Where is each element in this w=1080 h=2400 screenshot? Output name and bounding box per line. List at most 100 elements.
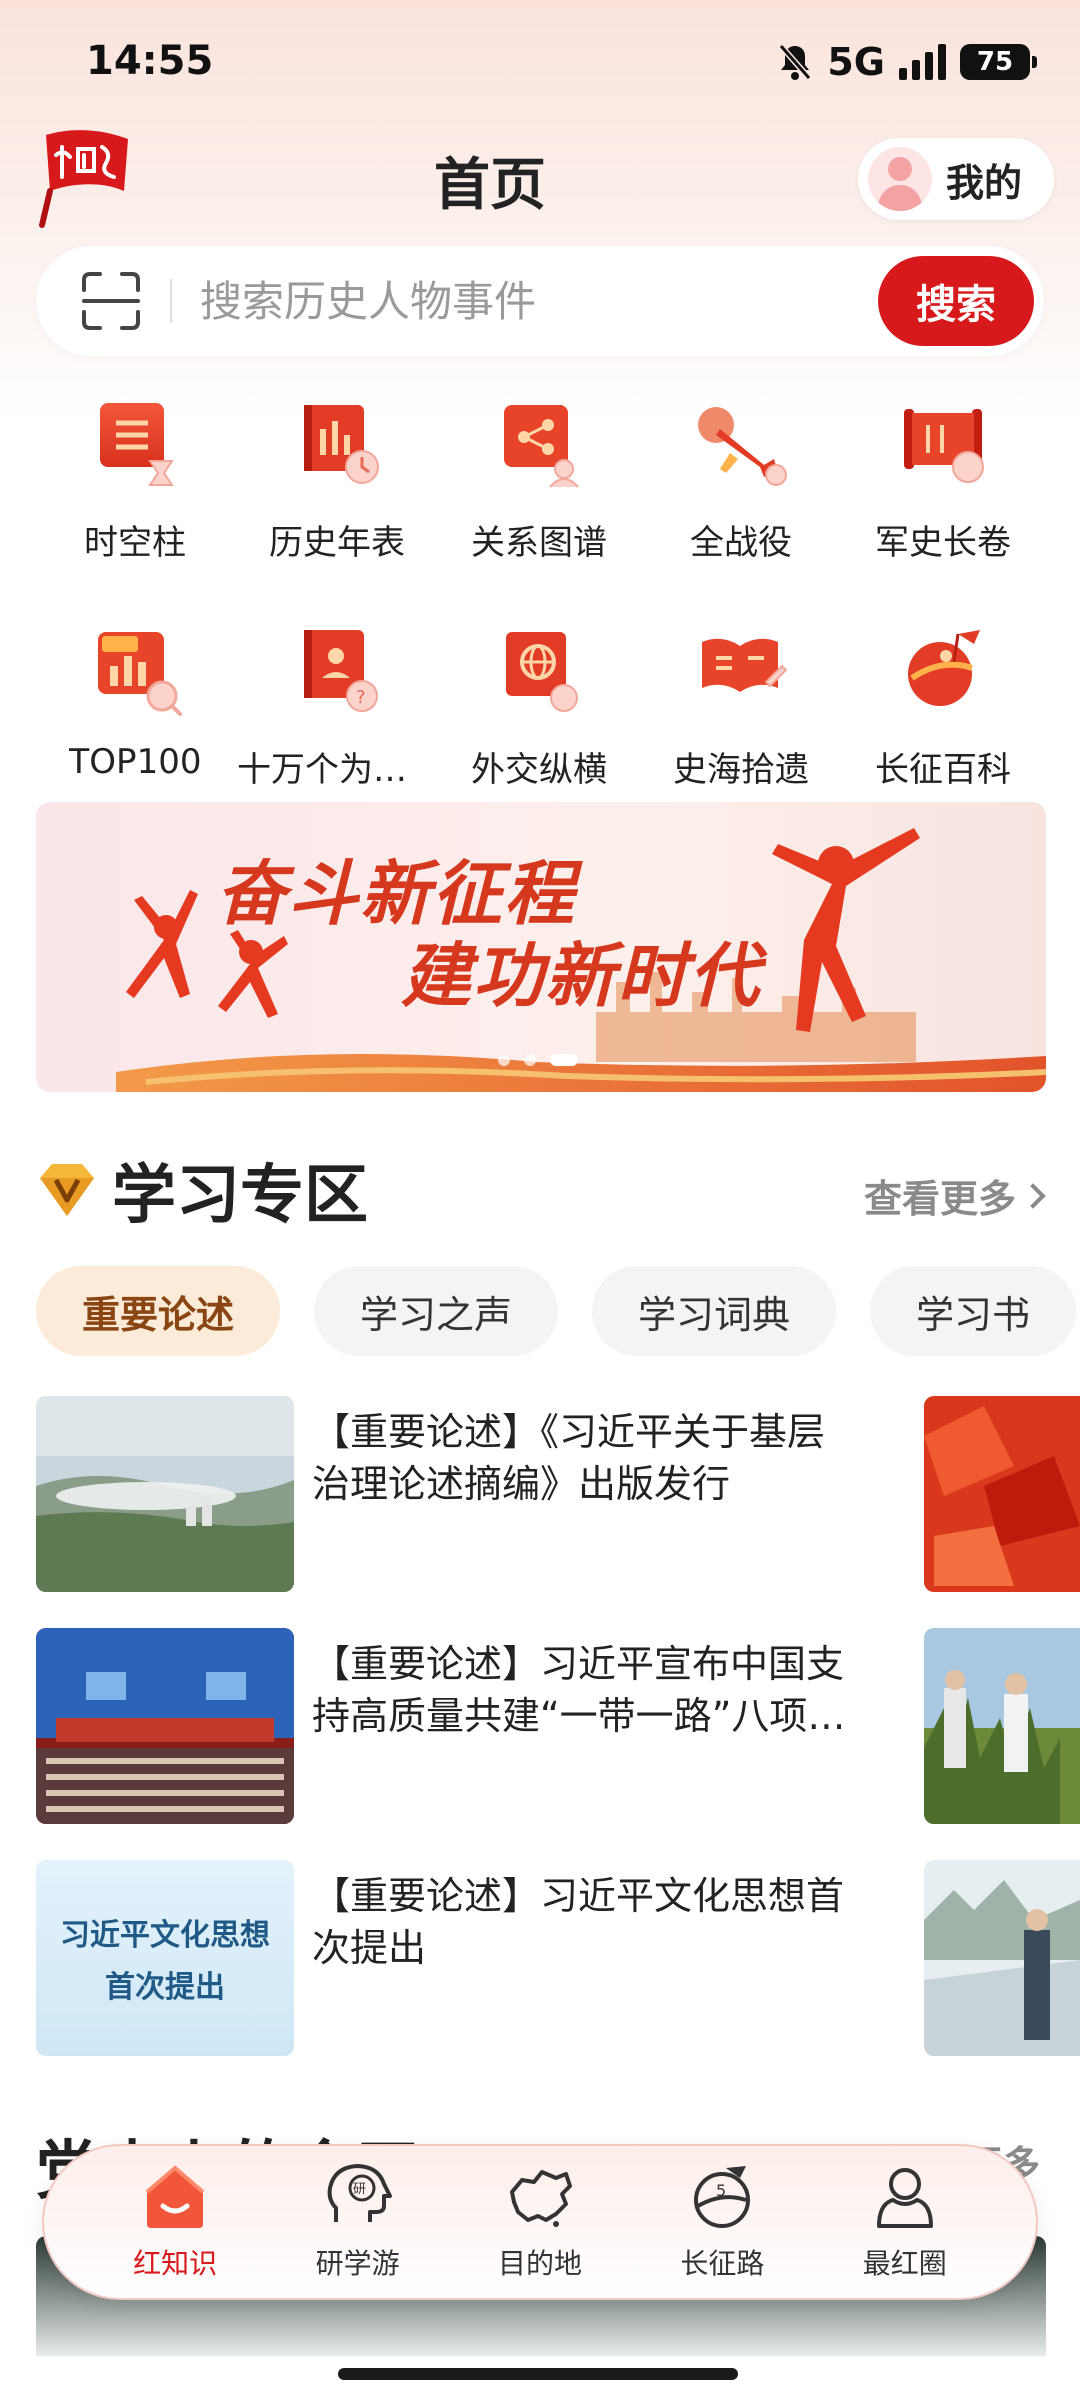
globe-book-icon <box>506 632 578 712</box>
grid-item-top100[interactable]: TOP100 <box>34 622 236 791</box>
grid-label: 外交纵横 <box>471 750 607 790</box>
grid-label: 时空柱 <box>84 523 186 563</box>
thumbnail-text: 习近平文化思想 <box>60 1918 270 1953</box>
list-item[interactable]: 习近平文化思想 首次提出 【重要论述】习近平文化思想首次提出 <box>36 1860 1080 2092</box>
top100-icon <box>98 632 182 716</box>
grid-item-history-chart[interactable]: 历史年表 <box>236 395 438 564</box>
grid-item-campaigns[interactable]: 全战役 <box>640 395 842 564</box>
tab-study-dictionary[interactable]: 学习词典 <box>592 1266 837 1356</box>
thumbnail-text: 首次提出 <box>105 1970 225 2005</box>
grid-label: 关系图谱 <box>471 523 607 563</box>
search-divider <box>170 279 172 323</box>
mine-button[interactable]: 我的 <box>858 138 1054 220</box>
nav-hottest-circle[interactable]: 最红圈 <box>830 2162 980 2282</box>
long-march-icon <box>908 630 980 706</box>
home-icon <box>145 2165 205 2228</box>
side-thumbnail <box>924 1860 1080 2056</box>
nav-red-knowledge[interactable]: 红知识 <box>100 2162 250 2282</box>
tab-study-voice[interactable]: 学习之声 <box>314 1266 559 1356</box>
nav-study-tour[interactable]: 研 研学游 <box>283 2162 433 2282</box>
nav-label: 目的地 <box>497 2247 582 2280</box>
feature-grid: 时空柱 历史年表 关系图谱 全战役 军史长卷 TOP100 ? 十万个为什么 外… <box>34 395 1046 791</box>
grid-label: 史海拾遗 <box>673 750 809 790</box>
side-thumbnail <box>924 1396 1080 1592</box>
carousel-dot <box>498 1054 510 1066</box>
grid-label: 历史年表 <box>269 523 405 563</box>
grid-label: 全战役 <box>690 523 792 563</box>
long-march-road-icon: 5 <box>694 2166 751 2228</box>
grid-label: TOP100 <box>68 742 202 782</box>
military-scroll-icon <box>904 409 984 483</box>
grid-label: 十万个为什么 <box>237 750 437 790</box>
promo-banner[interactable]: 奋斗新征程 建功新时代 <box>36 802 1046 1092</box>
study-tabs: 重要论述 学习之声 学习词典 学习书 <box>36 1266 1080 1358</box>
mine-label: 我的 <box>946 160 1023 205</box>
home-indicator[interactable] <box>338 2368 738 2380</box>
diamond-v-icon <box>40 1164 94 1216</box>
nav-long-march-road[interactable]: 5 长征路 <box>647 2162 797 2282</box>
carousel-dot-active <box>550 1054 578 1066</box>
grid-item-questions[interactable]: ? 十万个为什么 <box>236 622 438 791</box>
status-indicators: 5G 75 <box>777 40 1037 84</box>
search-input[interactable] <box>200 276 840 326</box>
bugle-icon <box>698 407 787 486</box>
bottom-navigation: 红知识 研 研学游 目的地 5 长征路 最红圈 <box>42 2144 1038 2300</box>
article-thumbnail: 习近平文化思想 首次提出 <box>36 1860 294 2056</box>
grid-item-diplomacy[interactable]: 外交纵横 <box>438 622 640 791</box>
search-bar: 搜索 <box>36 246 1044 356</box>
china-map-icon <box>509 2170 572 2227</box>
nav-label: 长征路 <box>680 2247 765 2280</box>
avatar <box>868 147 932 211</box>
article-thumbnail <box>36 1396 294 1592</box>
grid-item-timeline[interactable]: 时空柱 <box>34 395 236 564</box>
tab-study-books[interactable]: 学习书 <box>870 1266 1077 1356</box>
grid-label: 长征百科 <box>875 750 1011 790</box>
relation-graph-icon <box>504 405 579 488</box>
battery-icon: 75 <box>960 44 1037 80</box>
signal-icon <box>899 44 946 80</box>
grid-item-long-march[interactable]: 长征百科 <box>842 622 1044 791</box>
battery-level: 75 <box>976 47 1014 77</box>
article-title: 【重要论述】习近平文化思想首次提出 <box>312 1874 845 1970</box>
scan-icon[interactable] <box>80 270 142 332</box>
article-title: 【重要论述】《习近平关于基层治理论述摘编》出版发行 <box>312 1410 826 1506</box>
grid-label: 军史长卷 <box>875 523 1011 563</box>
svg-text:研: 研 <box>353 2182 366 2197</box>
tab-important-discourse[interactable]: 重要论述 <box>36 1266 281 1356</box>
study-section-header: 学习专区 查看更多 <box>36 1150 1046 1233</box>
carousel-indicator <box>498 1054 578 1066</box>
question-book-icon: ? <box>304 630 378 712</box>
page-title: 首页 <box>434 153 546 218</box>
history-chart-icon <box>304 405 379 484</box>
circle-people-icon <box>876 2168 933 2228</box>
search-button[interactable]: 搜索 <box>878 256 1034 346</box>
study-more-link[interactable]: 查看更多 <box>863 1168 1046 1223</box>
carousel-dot <box>524 1054 536 1066</box>
timeline-pillar-icon <box>100 403 174 486</box>
study-section-title: 学习专区 <box>112 1158 368 1233</box>
chevron-right-icon <box>1020 1182 1046 1209</box>
more-label: 查看更多 <box>863 1176 1016 1221</box>
grid-item-relation-graph[interactable]: 关系图谱 <box>438 395 640 564</box>
svg-text:?: ? <box>356 687 366 708</box>
study-article-list: 【重要论述】《习近平关于基层治理论述摘编》出版发行 【重要论述】习近平宣布中国支… <box>36 1396 1080 2092</box>
status-time: 14:55 <box>86 38 214 84</box>
mute-bell-icon <box>779 44 812 80</box>
list-item[interactable]: 【重要论述】习近平宣布中国支持高质量共建“一带一路”八项行动 <box>36 1628 1080 1860</box>
svg-text:5: 5 <box>716 2181 726 2200</box>
open-book-icon <box>702 638 788 692</box>
article-thumbnail <box>36 1628 294 1824</box>
status-bar: 14:55 5G 75 <box>0 0 1080 120</box>
side-thumbnail <box>924 1628 1080 1824</box>
nav-label: 研学游 <box>315 2247 400 2280</box>
grid-item-military-scroll[interactable]: 军史长卷 <box>842 395 1044 564</box>
list-item[interactable]: 【重要论述】《习近平关于基层治理论述摘编》出版发行 <box>36 1396 1080 1628</box>
grid-item-history-gleanings[interactable]: 史海拾遗 <box>640 622 842 791</box>
network-label: 5G <box>827 40 885 84</box>
nav-destination[interactable]: 目的地 <box>465 2162 615 2282</box>
article-title: 【重要论述】习近平宣布中国支持高质量共建“一带一路”八项行动 <box>312 1642 846 1738</box>
banner-line2: 建功新时代 <box>401 935 761 1017</box>
nav-label: 红知识 <box>133 2247 218 2280</box>
nav-label: 最红圈 <box>862 2247 947 2280</box>
study-head-icon: 研 <box>327 2164 392 2222</box>
